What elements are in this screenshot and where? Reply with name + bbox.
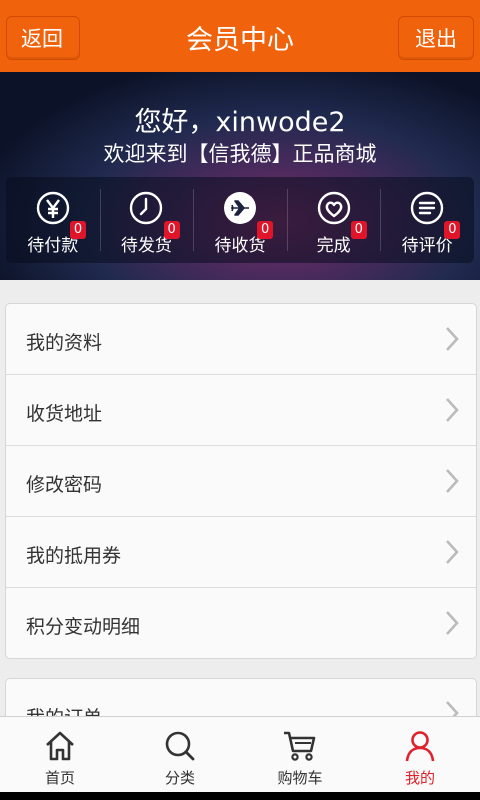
system-nav-bar [0,792,480,800]
yen-icon [36,191,69,225]
home-icon [46,731,74,761]
chevron-right-icon [446,540,459,564]
account-menu: 我的资料 收货地址 修改密码 我的抵用券 积分变动明细 [5,303,477,659]
chevron-right-icon [446,398,459,422]
tab-label: 购物车 [277,769,323,787]
status-pending-shipment[interactable]: 待发货 0 [99,177,194,263]
status-badge: 0 [257,221,274,239]
menu-item-label: 收货地址 [26,403,103,425]
tab-cart[interactable]: 购物车 [240,717,360,793]
status-badge: 0 [163,221,180,239]
menu-item-points[interactable]: 积分变动明细 [6,588,476,658]
profile-banner: 您好，xinwode2 欢迎来到【信我德】正品商城 待付款 0 待发货 0 待收… [0,72,480,280]
tab-label: 分类 [164,769,195,787]
top-bar: 返回 会员中心 退出 [0,0,480,72]
search-icon [165,731,195,761]
menu-item-label: 我的资料 [26,332,103,354]
chevron-right-icon [446,611,459,635]
airplane-icon [223,192,256,224]
menu-item-label: 积分变动明细 [26,616,141,638]
tab-category[interactable]: 分类 [120,717,240,793]
status-pending-payment[interactable]: 待付款 0 [6,177,100,263]
status-badge: 0 [350,221,367,239]
status-pending-receipt[interactable]: 待收货 0 [193,177,287,263]
status-completed[interactable]: 完成 0 [286,177,381,263]
bottom-tab-bar: 首页 分类 购物车 我的 [0,716,480,793]
chevron-right-icon [446,469,459,493]
clock-icon [130,191,163,225]
tab-mine[interactable]: 我的 [360,717,480,793]
cart-icon [284,731,316,761]
status-badge: 0 [70,221,86,239]
status-pending-review[interactable]: 待评价 0 [380,177,474,263]
menu-item-address[interactable]: 收货地址 [6,375,476,446]
status-badge: 0 [444,221,461,239]
welcome-text: 欢迎来到【信我德】正品商城 [103,142,377,166]
menu-item-label: 我的抵用券 [26,545,122,567]
tab-label: 首页 [44,769,75,787]
menu-item-password[interactable]: 修改密码 [6,446,476,517]
greeting-text: 您好，xinwode2 [134,107,346,138]
comment-icon [410,191,444,225]
tab-home[interactable]: 首页 [0,717,120,793]
order-status-panel: 待付款 0 待发货 0 待收货 0 完成 0 待评价 0 [6,177,474,263]
menu-item-profile[interactable]: 我的资料 [6,304,476,375]
logout-button[interactable]: 退出 [398,16,474,60]
menu-item-coupons[interactable]: 我的抵用券 [6,517,476,588]
user-icon [405,731,435,762]
tab-label: 我的 [404,769,435,787]
menu-item-label: 修改密码 [26,474,103,496]
chevron-right-icon [446,327,459,351]
heart-icon [317,191,350,225]
